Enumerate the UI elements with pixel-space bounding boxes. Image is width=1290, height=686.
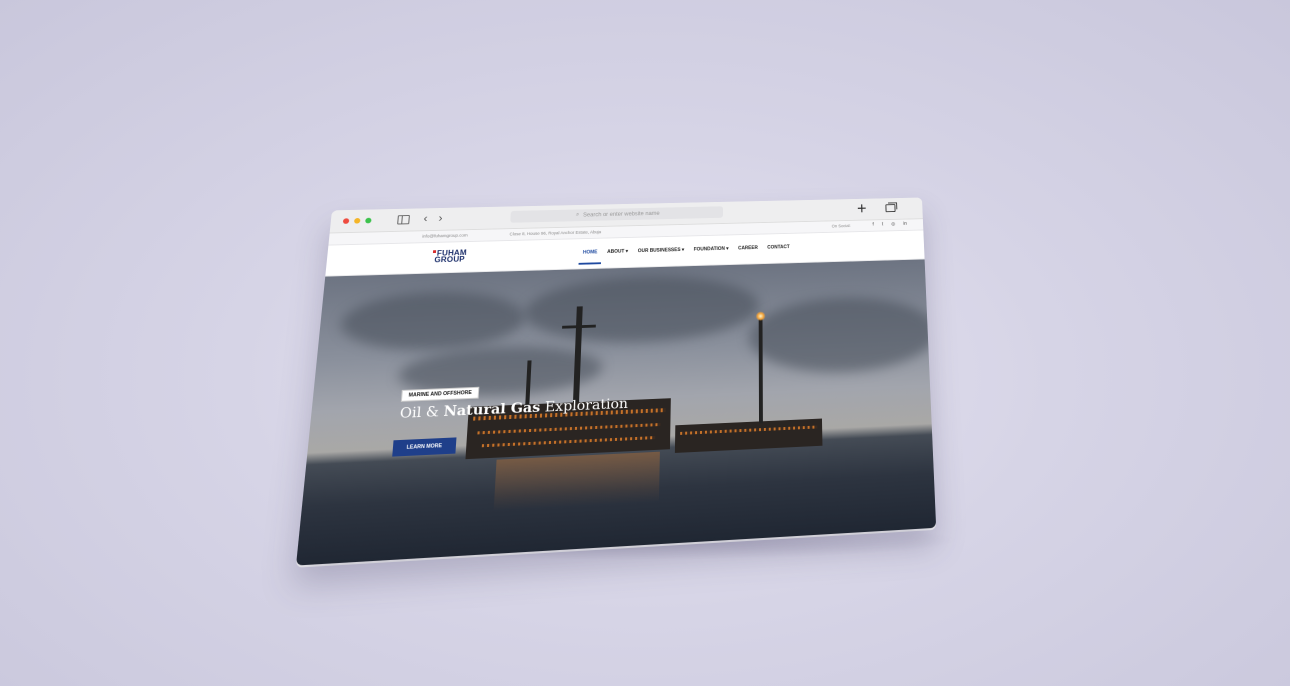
forward-arrow-icon[interactable]: › bbox=[438, 212, 443, 225]
social-icons: f t ◎ in bbox=[872, 221, 907, 227]
nav-item-contact[interactable]: CONTACT bbox=[767, 244, 789, 250]
maximize-window-button[interactable] bbox=[365, 218, 372, 224]
new-tab-icon[interactable]: + bbox=[857, 200, 867, 218]
nav-item-businesses[interactable]: OUR BUSINESSES ▾ bbox=[638, 247, 685, 254]
main-navigation: HOME ABOUT ▾ OUR BUSINESSES ▾ FOUNDATION… bbox=[583, 244, 790, 255]
instagram-icon[interactable]: ◎ bbox=[891, 222, 895, 227]
chevron-down-icon: ▾ bbox=[680, 247, 684, 253]
facebook-icon[interactable]: f bbox=[872, 222, 873, 227]
site-logo[interactable]: FUHAM GROUP bbox=[432, 249, 467, 263]
oil-rig-photo bbox=[296, 259, 936, 565]
social-label: On Social: bbox=[832, 223, 851, 228]
hero-banner: MARINE AND OFFSHORE Oil & Natural Gas Ex… bbox=[296, 259, 936, 565]
nav-item-about[interactable]: ABOUT ▾ bbox=[607, 249, 628, 255]
nav-item-career[interactable]: CAREER bbox=[738, 245, 758, 251]
nav-businesses-label: OUR BUSINESSES bbox=[638, 247, 681, 254]
mockup-scene: ‹ › ⌕ Search or enter website name + inf… bbox=[0, 0, 1290, 686]
address-placeholder: Search or enter website name bbox=[583, 211, 660, 218]
linkedin-icon[interactable]: in bbox=[903, 221, 907, 226]
chevron-down-icon: ▾ bbox=[725, 246, 729, 251]
sidebar-toggle-icon[interactable] bbox=[397, 215, 410, 224]
tab-overview-icon[interactable] bbox=[885, 204, 895, 212]
rig-derrick-beam bbox=[562, 325, 596, 329]
chevron-down-icon: ▾ bbox=[624, 249, 628, 255]
nav-item-foundation[interactable]: FOUNDATION ▾ bbox=[694, 246, 729, 252]
rig-platform-second bbox=[675, 419, 823, 453]
browser-window: ‹ › ⌕ Search or enter website name + inf… bbox=[296, 198, 936, 566]
nav-about-label: ABOUT bbox=[607, 249, 624, 255]
nav-foundation-label: FOUNDATION bbox=[694, 246, 725, 252]
learn-more-button[interactable]: LEARN MORE bbox=[392, 437, 456, 456]
twitter-icon[interactable]: t bbox=[882, 222, 883, 227]
back-arrow-icon[interactable]: ‹ bbox=[423, 212, 428, 225]
rig-derrick bbox=[573, 306, 583, 402]
topbar-address: Close 8, House 96, Royal Anchor Estate, … bbox=[509, 230, 601, 237]
logo-mark bbox=[433, 250, 436, 253]
flare-fire bbox=[756, 311, 766, 321]
flare-tower bbox=[759, 319, 763, 424]
logo-line2: GROUP bbox=[432, 256, 466, 263]
topbar-email[interactable]: info@fuhamgroup.com bbox=[422, 233, 468, 239]
light-reflection bbox=[494, 452, 660, 511]
close-window-button[interactable] bbox=[343, 218, 350, 224]
headline-part-1: Oil & bbox=[399, 404, 439, 422]
search-icon: ⌕ bbox=[576, 212, 580, 218]
minimize-window-button[interactable] bbox=[354, 218, 361, 224]
nav-item-home[interactable]: HOME bbox=[583, 250, 598, 256]
address-bar[interactable]: ⌕ Search or enter website name bbox=[510, 206, 723, 222]
